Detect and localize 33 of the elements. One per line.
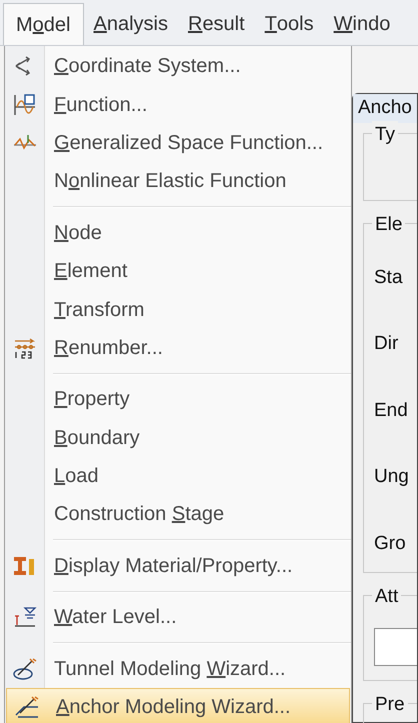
menu-item[interactable]: Property [5, 380, 351, 419]
menu-item[interactable]: Generalized Space Function... [5, 124, 351, 162]
water-level-icon [13, 606, 37, 628]
menu-item[interactable]: Boundary [5, 418, 351, 457]
menu-bar-item[interactable]: Tools [254, 3, 324, 45]
menu-item[interactable]: Coordinate System... [5, 47, 351, 86]
menu-item[interactable]: Anchor Modeling Wizard... [6, 688, 350, 723]
menu-item[interactable]: Display Material/Property... [5, 546, 351, 586]
input-field[interactable] [374, 628, 417, 666]
menu-item[interactable]: Element [5, 252, 351, 290]
field-label: Gro [374, 532, 407, 556]
menu-bar-item[interactable]: Model [3, 3, 84, 45]
menu-bar-item[interactable]: Analysis [84, 3, 178, 45]
menu-item[interactable]: Renumber... [5, 328, 351, 368]
menu-item[interactable]: Transform [5, 290, 351, 329]
menu-bar-item[interactable]: Windo [324, 3, 400, 45]
menu-item[interactable]: Function... [5, 85, 351, 124]
function-icon [13, 92, 37, 117]
field-label: End [374, 398, 409, 422]
menu-item[interactable]: Nonlinear Elastic Function [5, 162, 351, 201]
menu-item[interactable]: Water Level... [5, 598, 351, 636]
anchor-icon [14, 695, 40, 720]
renumber-icon [13, 336, 37, 359]
field-label: Ung [374, 465, 410, 489]
menu-item[interactable]: Load [5, 456, 351, 496]
menu-item[interactable]: Construction Stage [5, 495, 351, 534]
menu-bar-item[interactable]: Result [178, 3, 255, 45]
dialog-title: Ancho [353, 94, 417, 122]
field-label: Dir [374, 332, 400, 356]
field-label: Sta [374, 266, 404, 290]
tunnel-icon [12, 656, 38, 681]
menu-item[interactable]: Tunnel Modeling Wizard... [5, 649, 351, 688]
menu-item[interactable]: Node [5, 214, 351, 252]
